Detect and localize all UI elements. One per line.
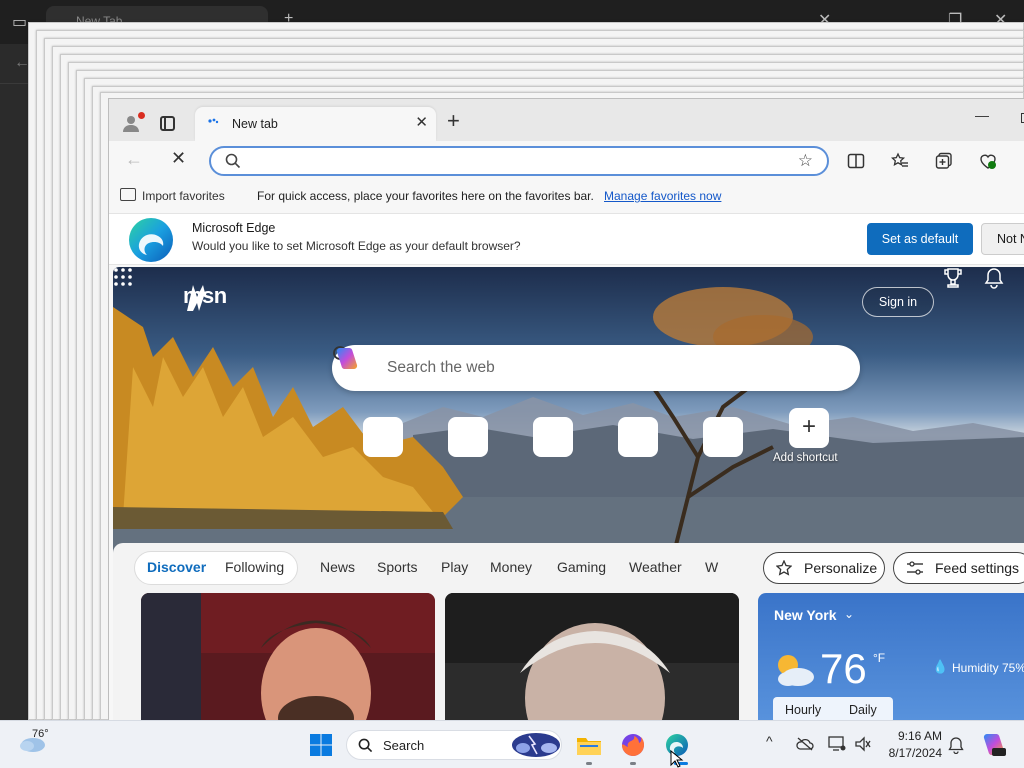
weather-unit: °F	[873, 651, 886, 665]
tab-sports[interactable]: Sports	[377, 559, 417, 575]
tab-hourly[interactable]: Hourly	[785, 703, 821, 717]
search-highlight-image	[512, 733, 560, 757]
tab-discover[interactable]: Discover	[147, 559, 206, 575]
search-icon	[225, 153, 241, 169]
add-shortcut-button[interactable]: +	[789, 408, 829, 448]
msn-hero-banner: msn Sign in Search the web + Add shortcu…	[113, 267, 1024, 557]
windows-taskbar: 76° Search ^ 9:16 AM 8/17/2024	[0, 720, 1024, 768]
collections-icon[interactable]	[935, 152, 953, 170]
mouse-cursor-icon	[670, 750, 684, 768]
file-explorer-icon[interactable]	[576, 732, 602, 758]
news-photo-image	[445, 593, 739, 720]
default-browser-infobar: Microsoft Edge Would you like to set Mic…	[109, 213, 1024, 265]
split-screen-icon[interactable]	[847, 152, 865, 170]
onedrive-offline-icon[interactable]	[796, 737, 814, 751]
infobar-message: Would you like to set Microsoft Edge as …	[192, 239, 521, 253]
weather-humidity: Humidity 75%	[952, 661, 1024, 675]
copilot-icon[interactable]	[332, 345, 360, 373]
shortcut-tile[interactable]	[363, 417, 403, 457]
tab-following[interactable]: Following	[225, 559, 284, 575]
display-icon[interactable]	[828, 736, 846, 752]
shortcut-tile[interactable]	[448, 417, 488, 457]
shortcut-tile[interactable]	[533, 417, 573, 457]
back-arrow-icon[interactable]: ←	[125, 149, 143, 170]
weather-tabs: Hourly Daily	[773, 697, 893, 720]
address-bar[interactable]: ☆	[209, 146, 829, 176]
favorite-star-icon[interactable]: ☆	[798, 151, 813, 171]
tab-news[interactable]: News	[320, 559, 355, 575]
tab-overflow[interactable]: W	[705, 559, 718, 575]
taskbar-search-box[interactable]: Search	[346, 730, 562, 760]
news-feed: Discover Following News Sports Play Mone…	[113, 543, 1024, 720]
tab-new-tab[interactable]: New tab ✕	[195, 107, 436, 141]
workspaces-icon[interactable]: ▭	[12, 12, 27, 32]
partly-cloudy-icon	[778, 655, 814, 686]
edge-logo-icon	[129, 218, 173, 262]
edge-browser-window: New tab ✕ + — ← ✕ ☆ Import favorites For…	[108, 98, 1024, 720]
shortcut-tile[interactable]	[618, 417, 658, 457]
windows-start-icon[interactable]	[309, 733, 333, 757]
firefox-icon[interactable]	[620, 732, 646, 758]
network-volume-icon[interactable]	[854, 736, 872, 752]
rewards-trophy-icon[interactable]	[943, 267, 963, 289]
stop-loading-icon[interactable]: ✕	[171, 148, 186, 169]
add-shortcut-label: Add shortcut	[773, 452, 838, 464]
tab-weather[interactable]: Weather	[629, 559, 682, 575]
tab-strip: New tab ✕ + —	[109, 99, 1024, 141]
copilot-taskbar-icon[interactable]	[980, 732, 1006, 758]
sliders-icon	[907, 561, 923, 575]
minimize-icon[interactable]: —	[975, 107, 989, 123]
taskbar-search-label: Search	[383, 738, 425, 753]
sparkle-star-icon	[776, 560, 792, 576]
tab-money[interactable]: Money	[490, 559, 532, 575]
profile-notification-dot	[138, 112, 145, 119]
tab-play[interactable]: Play	[441, 559, 468, 575]
msn-butterfly-icon	[187, 285, 205, 311]
taskbar-date[interactable]: 8/17/2024	[884, 746, 942, 760]
favorites-icon[interactable]	[891, 152, 909, 170]
news-card[interactable]	[445, 593, 739, 720]
tab-gaming[interactable]: Gaming	[557, 559, 606, 575]
apps-grid-icon[interactable]	[113, 267, 133, 287]
not-now-button[interactable]: Not N	[981, 223, 1024, 255]
weather-card[interactable]: New York ⌄ 76 °F 💧 Humidity 75% Hourly D…	[758, 593, 1024, 720]
manage-favorites-link[interactable]: Manage favorites now	[604, 189, 721, 203]
import-favorites-button[interactable]: Import favorites	[142, 189, 225, 203]
weather-city[interactable]: New York	[774, 607, 837, 623]
notifications-bell-icon[interactable]	[984, 267, 1004, 289]
news-photo-image	[141, 593, 435, 720]
taskbar-time[interactable]: 9:16 AM	[884, 729, 942, 743]
search-placeholder: Search the web	[387, 359, 495, 376]
set-as-default-button[interactable]: Set as default	[867, 223, 973, 255]
taskbar-weather-temp[interactable]: 76°	[32, 728, 49, 740]
running-indicator	[630, 762, 636, 765]
loading-icon	[208, 118, 219, 124]
import-favorites-icon	[120, 188, 136, 201]
navigation-toolbar: ← ✕ ☆	[109, 141, 1024, 181]
close-tab-icon[interactable]: ✕	[415, 113, 428, 131]
web-search-box[interactable]: Search the web	[332, 345, 860, 391]
water-drop-icon: 💧	[932, 659, 949, 674]
search-icon	[358, 738, 373, 753]
running-indicator	[586, 762, 592, 765]
weather-temperature: 76	[820, 645, 867, 692]
shortcut-tile[interactable]	[703, 417, 743, 457]
infobar-title: Microsoft Edge	[192, 221, 276, 235]
browser-essentials-icon[interactable]	[979, 152, 997, 170]
tab-title: New tab	[232, 117, 278, 131]
msn-logo[interactable]: msn	[183, 283, 227, 311]
chevron-up-icon[interactable]: ^	[766, 733, 773, 749]
notification-bell-icon[interactable]	[948, 736, 964, 754]
favorites-bar: Import favorites For quick access, place…	[109, 181, 1024, 211]
chevron-down-icon[interactable]: ⌄	[844, 607, 854, 621]
sign-in-button[interactable]: Sign in	[862, 287, 934, 317]
favorites-bar-message: For quick access, place your favorites h…	[257, 189, 594, 203]
tab-actions-icon[interactable]	[160, 116, 175, 131]
tab-daily[interactable]: Daily	[849, 703, 877, 717]
new-tab-icon[interactable]: +	[447, 110, 460, 132]
news-card[interactable]	[141, 593, 435, 720]
